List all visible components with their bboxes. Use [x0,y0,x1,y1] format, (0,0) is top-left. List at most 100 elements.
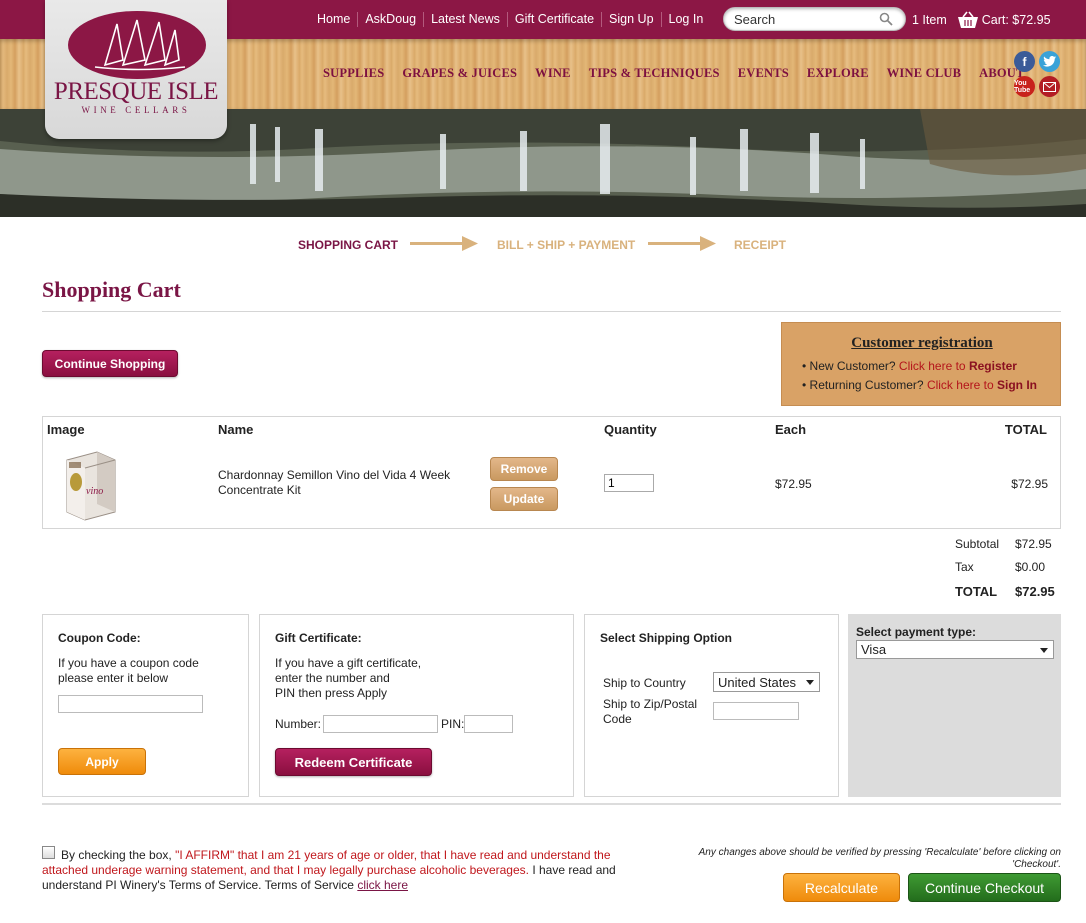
gift-text-3: PIN then press Apply [275,686,388,700]
gift-text-1: If you have a gift certificate, [275,656,422,670]
subtotal-value: $72.95 [1015,537,1052,551]
payment-type-panel: Select payment type: Visa [848,614,1061,797]
tax-value: $0.00 [1015,560,1046,574]
quantity-input[interactable] [604,474,654,492]
step-bill-ship-payment: BILL + SHIP + PAYMENT [497,238,636,252]
product-image[interactable]: vino [61,450,117,522]
returning-customer-line: • Returning Customer? Click here to Sign… [802,378,1037,392]
logo-name: PRESQUE ISLE [53,78,219,105]
pin-input[interactable] [464,715,513,733]
nav-sign-up-link[interactable]: Sign Up [601,12,660,27]
nav-askdoug-link[interactable]: AskDoug [357,12,423,27]
remove-button[interactable]: Remove [490,457,558,481]
cart-table: Image Name Quantity Each TOTAL vino Char… [42,416,1061,529]
coupon-panel: Coupon Code: If you have a coupon code p… [42,614,249,797]
chevron-down-icon [806,680,814,685]
new-customer-line: • New Customer? Click here to Register [802,359,1017,373]
pin-label: PIN: [441,717,465,731]
register-link-text[interactable]: Click here to [899,359,966,373]
terms-of-service-link[interactable]: click here [357,878,408,892]
zip-code-input[interactable] [713,702,799,720]
cart-item-count[interactable]: 1 Item [912,13,947,27]
logo[interactable]: PRESQUE ISLE WINE CELLARS [45,0,227,139]
nav-tips-techniques[interactable]: TIPS & TECHNIQUES [589,66,720,81]
svg-text:vino: vino [86,486,103,497]
sign-in-link[interactable]: Sign In [997,378,1037,392]
step-shopping-cart: SHOPPING CART [298,238,399,252]
facebook-icon[interactable]: f [1014,51,1035,72]
tax-label: Tax [955,560,974,574]
subtotal-label: Subtotal [955,537,1000,551]
search-input[interactable] [734,12,874,27]
item-total-price: $72.95 [1011,477,1048,491]
terms-pre: By checking the box, [61,848,172,862]
terms-statement: By checking the box, "I AFFIRM" that I a… [42,848,642,893]
certificate-number-input[interactable] [323,715,438,733]
cart-summary[interactable]: 1 Item Cart: $72.95 [912,11,1051,29]
divider [42,803,1061,805]
coupon-heading: Coupon Code: [58,631,141,645]
divider [42,311,1061,312]
nav-supplies[interactable]: SUPPLIES [323,66,384,81]
nav-gift-certificate-link[interactable]: Gift Certificate [506,12,601,27]
col-image-header: Image [47,422,85,437]
payment-type-select[interactable]: Visa [856,640,1054,659]
sailboat-logo-icon [68,11,206,79]
nav-latest-news-link[interactable]: Latest News [423,12,507,27]
update-button[interactable]: Update [490,487,558,511]
social-links: f You Tube [1014,51,1062,99]
main-nav: SUPPLIES GRAPES & JUICES WINE TIPS & TEC… [323,66,1043,81]
nav-explore[interactable]: EXPLORE [807,66,869,81]
coupon-code-input[interactable] [58,695,203,713]
gift-certificate-panel: Gift Certificate: If you have a gift cer… [259,614,574,797]
nav-grapes-juices[interactable]: GRAPES & JUICES [402,66,517,81]
zip-label-line-1: Ship to Zip/Postal [603,697,698,711]
email-icon[interactable] [1039,76,1060,97]
cart-total-link[interactable]: Cart: $72.95 [982,13,1051,27]
product-name[interactable]: Chardonnay Semillon Vino del Vida 4 Week… [218,468,468,498]
nav-events[interactable]: EVENTS [738,66,789,81]
payment-type-value: Visa [861,642,887,657]
apply-coupon-button[interactable]: Apply [58,748,146,775]
col-total-header: TOTAL [1004,422,1047,437]
twitter-icon[interactable] [1039,51,1060,72]
certificate-number-label: Number: [275,717,322,731]
nav-wine[interactable]: WINE [535,66,571,81]
registration-title: Customer registration [851,335,993,351]
page-title: Shopping Cart [42,277,181,302]
coupon-text-2: please enter it below [58,671,169,685]
nav-home-link[interactable]: Home [310,12,357,27]
chevron-down-icon [1040,648,1048,653]
top-nav: Home AskDoug Latest News Gift Certificat… [310,12,710,27]
gift-text-2: enter the number and [275,671,390,685]
payment-heading: Select payment type: [856,625,977,639]
zip-label-line-2: Code [603,712,632,726]
nav-wine-club[interactable]: WINE CLUB [887,66,961,81]
continue-checkout-button[interactable]: Continue Checkout [908,873,1061,902]
sign-in-link-text[interactable]: Click here to [927,378,994,392]
ship-country-select[interactable]: United States [713,672,820,692]
ship-country-label: Ship to Country [603,676,686,690]
recalculate-note: Any changes above should be verified by … [698,847,1061,870]
gift-heading: Gift Certificate: [275,631,362,645]
youtube-icon[interactable]: You Tube [1014,76,1035,97]
step-receipt: RECEIPT [734,238,787,252]
register-link[interactable]: Register [969,359,1017,373]
shipping-panel: Select Shipping Option Ship to Country U… [584,614,839,797]
arrow-right-icon [648,236,716,251]
item-each-price: $72.95 [775,477,812,491]
basket-icon[interactable] [957,11,979,29]
continue-shopping-button[interactable]: Continue Shopping [42,350,178,377]
redeem-certificate-button[interactable]: Redeem Certificate [275,748,432,776]
customer-registration-panel: Customer registration • New Customer? Cl… [781,322,1061,406]
col-name-header: Name [218,422,254,437]
recalculate-button[interactable]: Recalculate [783,873,900,902]
arrow-right-icon [410,236,478,251]
nav-log-in-link[interactable]: Log In [660,12,711,27]
col-each-header: Each [775,422,807,437]
search-box [723,7,906,31]
coupon-text-1: If you have a coupon code [58,656,199,670]
logo-subtitle: WINE CELLARS [81,105,191,115]
search-icon[interactable] [879,12,893,26]
total-value: $72.95 [1015,584,1055,599]
